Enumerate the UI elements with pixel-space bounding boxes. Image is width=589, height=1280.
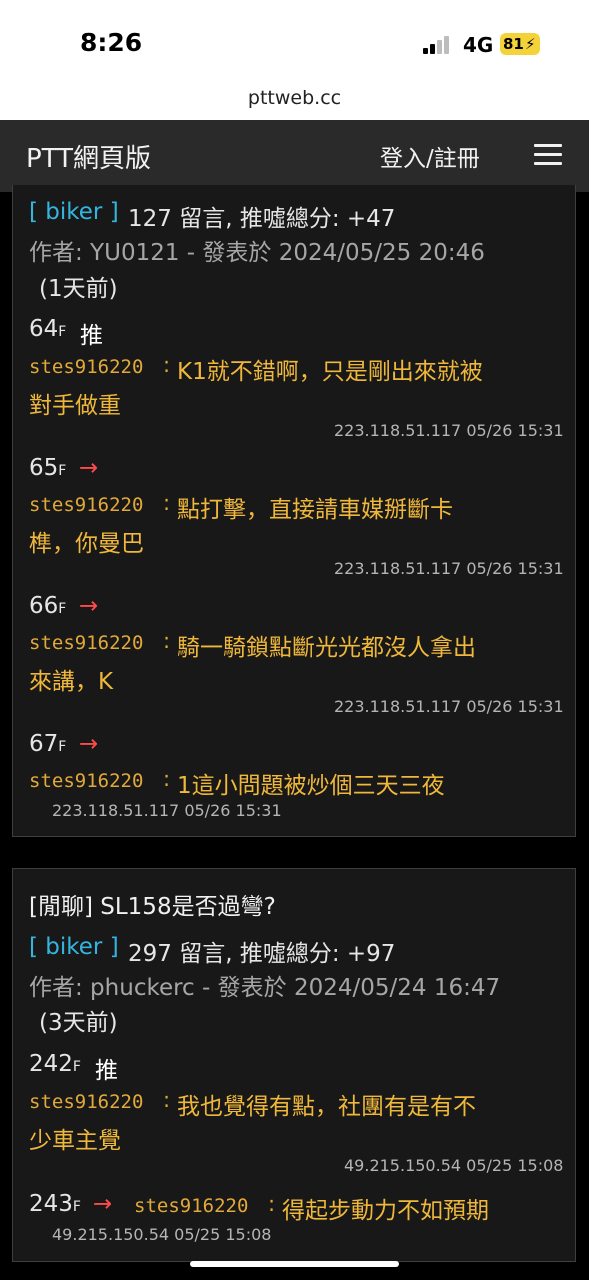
comment-user[interactable]: stes916220 xyxy=(29,494,143,516)
hamburger-menu-icon[interactable] xyxy=(534,144,562,166)
home-indicator[interactable] xyxy=(190,1261,399,1267)
comment-text-cont: 榫，你曼巴 xyxy=(29,531,144,557)
comment-meta: 49.215.150.54 05/25 15:08 xyxy=(344,1156,564,1175)
url-text: pttweb.cc xyxy=(247,87,342,109)
charging-bolt-icon: ⚡ xyxy=(525,35,536,53)
comment-text-cont: 少車主覺 xyxy=(29,1128,121,1154)
arrow-tag: → xyxy=(93,1191,113,1217)
comment-user[interactable]: stes916220 xyxy=(29,632,143,654)
comment-text: 騎一騎鎖點斷光光都沒人拿出 xyxy=(177,635,476,661)
arrow-tag: → xyxy=(79,731,99,757)
arrow-tag: → xyxy=(79,455,99,481)
post-stats: 297 留言, 推噓總分: +97 xyxy=(128,941,396,967)
comment-colon: : xyxy=(268,1192,276,1216)
site-header: PTT網頁版 登入/註冊 xyxy=(0,120,589,192)
comment-meta: 223.118.51.117 05/26 15:31 xyxy=(52,801,282,820)
post-relative-time: (1天前) xyxy=(39,276,118,302)
push-tag: 推 xyxy=(95,1058,118,1084)
battery-level: 81 xyxy=(503,35,524,53)
comment-meta: 223.118.51.117 05/26 15:31 xyxy=(334,697,564,716)
post-relative-time: (3天前) xyxy=(39,1010,118,1036)
comment-colon: : xyxy=(163,491,171,515)
comment-floor: 242F xyxy=(29,1051,81,1077)
comment-text: 點打擊，直接請車媒掰斷卡 xyxy=(177,497,453,523)
login-register-link[interactable]: 登入/註冊 xyxy=(380,139,480,173)
post-stats: 127 留言, 推噓總分: +47 xyxy=(128,206,396,232)
post-author-line: 作者: YU0121 - 發表於 2024/05/25 20:46 xyxy=(29,240,485,266)
comment-floor: 65F xyxy=(29,455,67,481)
comment-floor: 64F xyxy=(29,316,67,342)
comment-text-cont: 對手做重 xyxy=(29,393,121,419)
comment-user[interactable]: stes916220 xyxy=(29,770,143,792)
status-bar: 8:26 4G 81 ⚡ xyxy=(0,0,589,90)
site-brand-link[interactable]: PTT網頁版 xyxy=(26,138,151,175)
battery-icon: 81 ⚡ xyxy=(500,33,540,55)
board-tag[interactable]: [ biker ] xyxy=(29,199,119,225)
comment-meta: 223.118.51.117 05/26 15:31 xyxy=(334,421,564,440)
comment-colon: : xyxy=(163,353,171,377)
post-author-line: 作者: phuckerc - 發表於 2024/05/24 16:47 xyxy=(29,975,501,1001)
comment-user[interactable]: stes916220 xyxy=(29,356,143,378)
comment-text: 我也覺得有點，社團有是有不 xyxy=(177,1094,476,1120)
comment-floor: 243F xyxy=(29,1191,81,1217)
signal-icon xyxy=(423,36,455,54)
comment-text-cont: 來講，K xyxy=(29,669,114,695)
board-tag[interactable]: [ biker ] xyxy=(29,934,119,960)
comment-colon: : xyxy=(163,767,171,791)
comment-meta: 223.118.51.117 05/26 15:31 xyxy=(334,559,564,578)
post-card[interactable]: [ biker ] 127 留言, 推噓總分: +47 作者: YU0121 -… xyxy=(12,185,576,837)
status-time: 8:26 xyxy=(80,28,143,57)
push-tag: 推 xyxy=(80,323,103,349)
network-type: 4G xyxy=(463,33,494,57)
comment-colon: : xyxy=(163,1088,171,1112)
post-title[interactable]: [閒聊] SL158是否過彎? xyxy=(29,887,276,921)
arrow-tag: → xyxy=(79,593,99,619)
comment-text: 1這小問題被炒個三天三夜 xyxy=(177,773,445,799)
comment-colon: : xyxy=(163,629,171,653)
comment-text: K1就不錯啊，只是剛出來就被 xyxy=(177,359,483,385)
comment-user[interactable]: stes916220 xyxy=(134,1195,248,1217)
browser-url-bar[interactable]: pttweb.cc xyxy=(0,80,589,120)
comment-text: 得起步動力不如預期 xyxy=(282,1198,489,1224)
comment-meta: 49.215.150.54 05/25 15:08 xyxy=(52,1225,272,1244)
post-card[interactable]: [閒聊] SL158是否過彎? [ biker ] 297 留言, 推噓總分: … xyxy=(12,868,576,1262)
comment-floor: 67F xyxy=(29,731,67,757)
comment-floor: 66F xyxy=(29,593,67,619)
comment-user[interactable]: stes916220 xyxy=(29,1091,143,1113)
